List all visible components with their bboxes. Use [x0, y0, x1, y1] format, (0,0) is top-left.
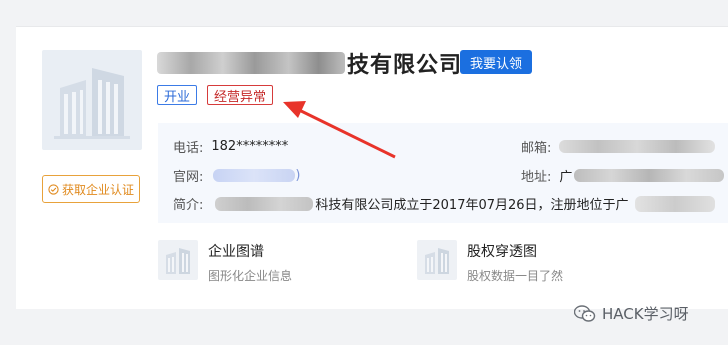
feature-equity-penetration[interactable]: 股权穿透图 股权数据一目了然 — [417, 240, 563, 284]
status-badge-abnormal[interactable]: 经营异常 — [207, 85, 274, 105]
intro-row: 简介: 科技有限公司成立于2017年07月26日，注册地位于广 — [173, 194, 715, 213]
redacted-intro-tail — [634, 195, 715, 212]
company-logo — [42, 50, 142, 150]
feature-title: 企业图谱 — [208, 244, 264, 260]
email-label: 邮箱: — [521, 141, 552, 156]
feature-title: 股权穿透图 — [467, 244, 537, 260]
company-title: 技有限公司 — [157, 46, 462, 80]
address-label: 地址: — [521, 170, 552, 185]
company-name-suffix: 技有限公司 — [347, 53, 463, 78]
wechat-icon — [574, 304, 596, 322]
get-certification-button[interactable]: 获取企业认证 — [42, 175, 140, 203]
intro-label: 简介: — [173, 198, 204, 213]
address-row: 地址: 广 — [521, 166, 725, 185]
website-tail: ) — [295, 168, 301, 183]
redacted-name — [157, 52, 345, 74]
feature-subtitle: 图形化企业信息 — [208, 269, 293, 283]
website-label: 官网: — [173, 170, 204, 185]
graph-building-icon — [158, 240, 198, 280]
feature-subtitle: 股权数据一目了然 — [467, 269, 564, 283]
phone-value: 182******** — [211, 139, 289, 154]
address-head: 广 — [559, 170, 573, 185]
email-row: 邮箱: — [521, 137, 716, 156]
website-row: 官网: ) — [173, 166, 300, 185]
redacted-website[interactable] — [213, 169, 296, 182]
badge-icon — [48, 183, 59, 195]
get-certification-label: 获取企业认证 — [61, 182, 134, 197]
status-badge-open: 开业 — [157, 85, 198, 105]
redacted-address — [574, 169, 725, 182]
watermark: HACK学习呀 — [574, 303, 689, 324]
phone-row: 电话: 182******** — [173, 137, 288, 156]
building-icon — [54, 68, 130, 139]
intro-text: 科技有限公司成立于2017年07月26日，注册地位于广 — [315, 198, 629, 213]
phone-label: 电话: — [173, 141, 204, 156]
redacted-intro — [215, 196, 314, 211]
watermark-text: HACK学习呀 — [602, 305, 689, 323]
feature-enterprise-graph[interactable]: 企业图谱 图形化企业信息 — [158, 240, 292, 284]
claim-company-button[interactable]: 我要认领 — [460, 50, 533, 74]
redacted-email — [559, 140, 716, 153]
equity-building-icon — [417, 240, 457, 280]
